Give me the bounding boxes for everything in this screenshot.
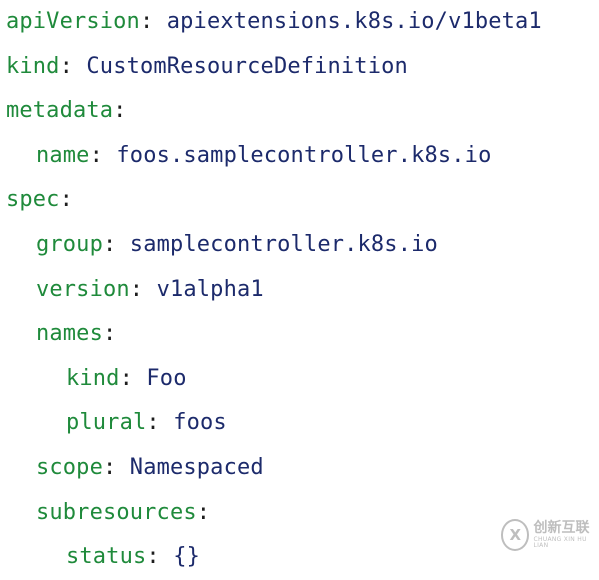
line-apiversion: apiVersion: apiextensions.k8s.io/v1beta1 — [6, 0, 596, 45]
yaml-value: v1alpha1 — [156, 276, 264, 302]
yaml-key: metadata — [6, 98, 114, 124]
line-spec: spec: — [6, 178, 596, 223]
line-names-kind: kind: Foo — [6, 357, 596, 402]
yaml-colon: : — [139, 9, 154, 34]
yaml-colon: : — [102, 454, 117, 480]
watermark-en-text: CHUANG XIN HU LIAN — [533, 536, 587, 549]
yaml-value: samplecontroller.k8s.io — [129, 231, 438, 257]
watermark: X 创新互联 CHUANG XIN HU LIAN — [501, 512, 595, 558]
yaml-key: spec — [6, 187, 60, 213]
yaml-colon: : — [196, 499, 211, 525]
yaml-key: apiVersion — [6, 9, 140, 34]
line-metadata-name: name: foos.samplecontroller.k8s.io — [6, 134, 596, 179]
yaml-colon: : — [146, 544, 160, 570]
yaml-key: version — [36, 276, 130, 302]
yaml-colon: : — [129, 276, 144, 302]
yaml-value: {} — [173, 544, 200, 570]
line-kind: kind: CustomResourceDefinition — [6, 45, 596, 90]
yaml-value: Namespaced — [129, 454, 264, 480]
yaml-key: plural — [66, 410, 147, 436]
yaml-key: scope — [36, 454, 103, 480]
yaml-colon: : — [146, 410, 160, 436]
yaml-value: foos — [173, 410, 227, 436]
yaml-colon: : — [89, 142, 103, 168]
yaml-key: group — [36, 231, 103, 257]
line-spec-group: group: samplecontroller.k8s.io — [6, 223, 596, 268]
yaml-colon: : — [59, 187, 73, 213]
yaml-key: kind — [66, 365, 120, 391]
yaml-key: subresources — [36, 499, 197, 525]
line-spec-scope: scope: Namespaced — [6, 446, 596, 491]
watermark-text: 创新互联 CHUANG XIN HU LIAN — [533, 521, 595, 549]
yaml-value: foos.samplecontroller.k8s.io — [116, 142, 492, 168]
yaml-key: name — [36, 142, 90, 168]
watermark-logo-icon: X — [501, 519, 530, 551]
yaml-colon: : — [102, 321, 117, 347]
yaml-key: kind — [6, 53, 60, 79]
yaml-value: apiextensions.k8s.io/v1beta1 — [166, 9, 542, 34]
yaml-value: Foo — [146, 365, 187, 391]
yaml-key: names — [36, 321, 103, 347]
yaml-value: CustomResourceDefinition — [86, 53, 408, 79]
yaml-colon: : — [102, 231, 117, 257]
yaml-colon: : — [113, 98, 127, 124]
yaml-colon: : — [119, 365, 133, 391]
line-spec-names: names: — [6, 312, 596, 357]
line-spec-version: version: v1alpha1 — [6, 268, 596, 313]
yaml-code-block: apiVersion: apiextensions.k8s.io/v1beta1… — [6, 0, 596, 580]
yaml-key: status — [66, 544, 147, 570]
yaml-colon: : — [59, 53, 73, 79]
line-metadata: metadata: — [6, 89, 596, 134]
line-names-plural: plural: foos — [6, 401, 596, 446]
watermark-cn-text: 创新互联 — [533, 520, 590, 536]
